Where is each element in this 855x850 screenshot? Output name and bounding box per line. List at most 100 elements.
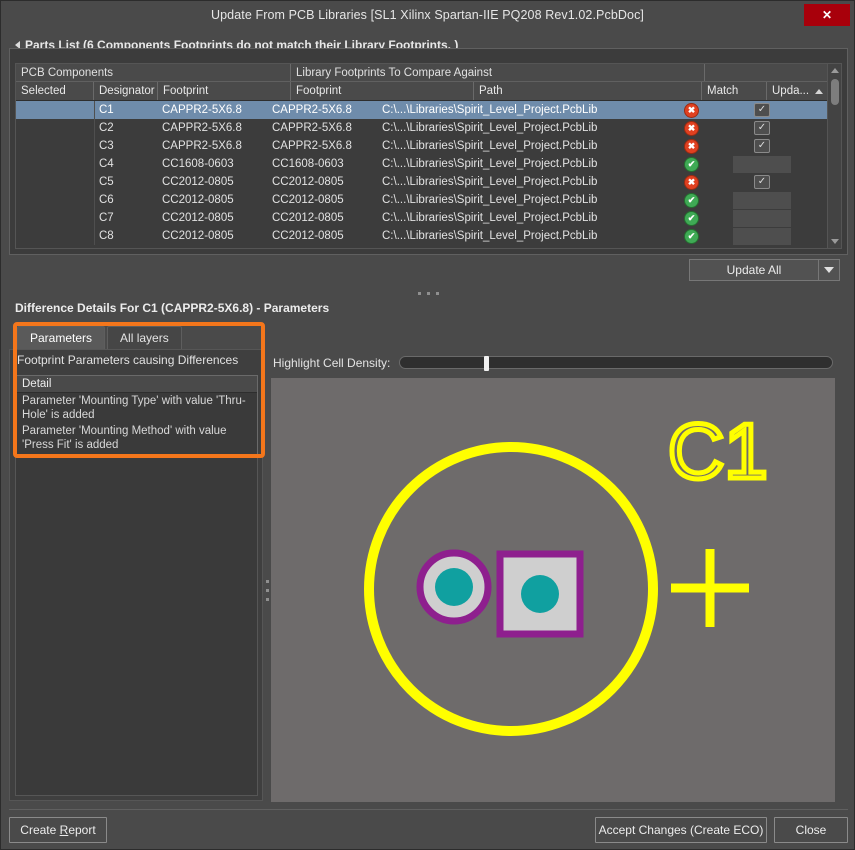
footprint-preview[interactable]: C1 [271, 378, 835, 802]
update-all-button[interactable]: Update All [689, 259, 819, 281]
update-cell-disabled [733, 191, 791, 209]
cell-footprint-library: CC2012-0805 [272, 212, 344, 224]
difference-detail-list[interactable]: Detail Parameter 'Mounting Type' with va… [15, 375, 258, 455]
title-bar: Update From PCB Libraries [SL1 Xilinx Sp… [1, 1, 854, 29]
table-row[interactable]: C2 CAPPR2-5X6.8 CAPPR2-5X6.8 C:\...\Librari… [16, 119, 841, 137]
cell-update [729, 155, 795, 173]
tab-all-layers[interactable]: All layers [107, 326, 182, 349]
chevron-down-icon [824, 267, 834, 273]
column-header-path[interactable]: Path [474, 82, 702, 100]
close-icon: ✕ [821, 8, 833, 22]
cell-designator: C7 [94, 209, 158, 227]
cell-designator: C6 [94, 191, 158, 209]
cell-selected [16, 155, 94, 173]
cell-footprint-pcb: CAPPR2-5X6.8 [162, 104, 242, 116]
cell-footprint-library: CC1608-0603 [272, 158, 344, 170]
group-header-spacer [705, 64, 828, 81]
detail-column-header[interactable]: Detail [16, 376, 257, 393]
update-checkbox[interactable]: ✓ [754, 175, 770, 189]
parts-list-table[interactable]: PCB Components Library Footprints To Com… [15, 63, 842, 249]
cell-match: ✔ [654, 191, 729, 209]
cell-match: ✔ [654, 227, 729, 245]
cell-match: ✖ [654, 137, 729, 155]
footprint-parameters-caption: Footprint Parameters causing Differences [17, 353, 239, 367]
footprint-preview-canvas: C1 [364, 405, 770, 736]
create-report-button[interactable]: Create Report [9, 817, 107, 843]
scrollbar-thumb[interactable] [831, 79, 839, 105]
detail-item[interactable]: Parameter 'Mounting Type' with value 'Th… [16, 393, 257, 423]
group-header-pcb-components: PCB Components [16, 64, 291, 81]
group-header-library-footprints: Library Footprints To Compare Against [291, 64, 705, 81]
designator-text: C1 [668, 407, 768, 495]
cell-footprint-pcb: CC2012-0805 [162, 176, 234, 188]
update-checkbox[interactable]: ✓ [754, 139, 770, 153]
table-body: C1 CAPPR2-5X6.8 CAPPR2-5X6.8 C:\...\Librari… [16, 101, 841, 245]
cell-designator: C1 [94, 101, 158, 119]
match-mismatch-icon: ✖ [685, 121, 698, 135]
cell-footprint-library: CC2012-0805 [272, 176, 344, 188]
cell-match: ✖ [654, 119, 729, 137]
cell-footprint-pcb: CC2012-0805 [162, 212, 234, 224]
footer-separator [9, 809, 848, 810]
table-row[interactable]: C5 CC2012-0805 CC2012-0805 C:\...\Libraries… [16, 173, 841, 191]
cell-designator: C5 [94, 173, 158, 191]
table-row[interactable]: C7 CC2012-0805 CC2012-0805 C:\...\Libraries… [16, 209, 841, 227]
difference-details-tabs: Parameters All layers [17, 326, 182, 349]
cell-match: ✖ [654, 173, 729, 191]
cell-update [729, 227, 795, 245]
column-header-selected[interactable]: Selected [16, 82, 94, 100]
column-header-footprint-pcb[interactable]: Footprint [158, 82, 291, 100]
match-ok-icon: ✔ [685, 157, 698, 171]
cell-selected [16, 137, 94, 155]
create-report-label: Create Report [20, 823, 96, 837]
cell-path: C:\...\Libraries\Spirit_Level_Project.Pc… [382, 158, 598, 170]
close-window-button[interactable]: ✕ [804, 4, 850, 26]
update-all-dropdown-button[interactable] [819, 259, 840, 281]
cell-path: C:\...\Libraries\Spirit_Level_Project.Pc… [382, 122, 598, 134]
table-row[interactable]: C8 CC2012-0805 CC2012-0805 C:\...\Libraries… [16, 227, 841, 245]
update-checkbox[interactable]: ✓ [754, 121, 770, 135]
scroll-down-arrow-icon[interactable] [828, 235, 841, 248]
table-row[interactable]: C6 CC2012-0805 CC2012-0805 C:\...\Libraries… [16, 191, 841, 209]
vertical-splitter[interactable] [263, 378, 271, 802]
tab-parameters[interactable]: Parameters [17, 326, 106, 349]
update-checkbox[interactable]: ✓ [754, 103, 770, 117]
cell-footprint-library: CAPPR2-5X6.8 [272, 122, 352, 134]
column-header-update[interactable]: Upda... [767, 82, 829, 100]
scroll-up-arrow-icon[interactable] [828, 64, 841, 77]
update-cell-disabled [733, 227, 791, 245]
table-row[interactable]: C1 CAPPR2-5X6.8 CAPPR2-5X6.8 C:\...\Librari… [16, 101, 841, 119]
difference-details-title: Difference Details For C1 (CAPPR2-5X6.8)… [15, 301, 330, 315]
accept-changes-button[interactable]: Accept Changes (Create ECO) [595, 817, 767, 843]
sort-ascending-icon [815, 89, 823, 94]
cell-selected [16, 119, 94, 137]
cell-footprint-library: CC2012-0805 [272, 194, 344, 206]
slider-thumb[interactable] [484, 356, 489, 371]
parameters-empty-area [15, 457, 258, 796]
column-header-designator[interactable]: Designator [94, 82, 158, 100]
match-ok-icon: ✔ [685, 229, 698, 243]
cell-footprint-library: CAPPR2-5X6.8 [272, 140, 352, 152]
cell-path: C:\...\Libraries\Spirit_Level_Project.Pc… [382, 140, 598, 152]
cell-update: ✓ [729, 119, 795, 137]
cell-path: C:\...\Libraries\Spirit_Level_Project.Pc… [382, 230, 598, 242]
match-mismatch-icon: ✖ [685, 139, 698, 153]
cell-update: ✓ [729, 137, 795, 155]
cell-path: C:\...\Libraries\Spirit_Level_Project.Pc… [382, 176, 598, 188]
highlight-cell-density-slider[interactable] [399, 356, 833, 371]
column-header-match[interactable]: Match [702, 82, 767, 100]
detail-item[interactable]: Parameter 'Mounting Method' with value '… [16, 423, 257, 453]
table-row[interactable]: C4 CC1608-0603 CC1608-0603 C:\...\Libraries… [16, 155, 841, 173]
cell-footprint-pcb: CC1608-0603 [162, 158, 234, 170]
cell-path: C:\...\Libraries\Spirit_Level_Project.Pc… [382, 104, 598, 116]
splitter-dot [265, 588, 269, 592]
cell-match: ✔ [654, 209, 729, 227]
close-button[interactable]: Close [774, 817, 848, 843]
cell-selected [16, 227, 94, 245]
table-row[interactable]: C3 CAPPR2-5X6.8 CAPPR2-5X6.8 C:\...\Librari… [16, 137, 841, 155]
column-header-footprint-library[interactable]: Footprint [291, 82, 474, 100]
table-vertical-scrollbar[interactable] [827, 64, 841, 248]
cell-footprint-library: CAPPR2-5X6.8 [272, 104, 352, 116]
horizontal-splitter[interactable] [9, 289, 848, 297]
cell-path: C:\...\Libraries\Spirit_Level_Project.Pc… [382, 194, 598, 206]
